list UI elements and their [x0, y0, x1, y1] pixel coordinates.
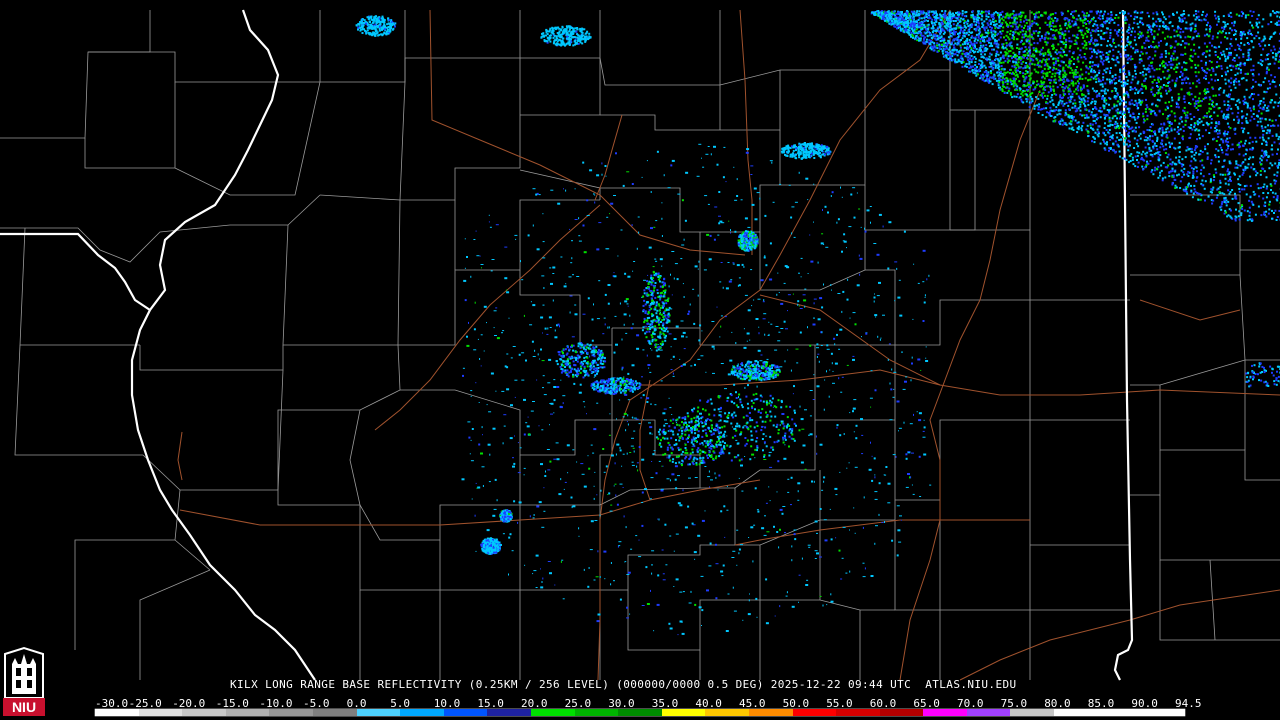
colorbar-segment [138, 709, 183, 716]
colorbar-segment [487, 709, 531, 716]
colorbar-segment [618, 709, 662, 716]
colorbar-tick-labels: -30.0 -25.0 -20.0 -15.0 -10.0 -5.0 0.0 5.0 10.0 1… [95, 697, 1202, 710]
colorbar-segment [966, 709, 1011, 716]
colorbar-segment [312, 709, 357, 716]
colorbar-segment [443, 709, 488, 716]
colorbar-segment [95, 709, 139, 716]
colorbar-segment [748, 709, 793, 716]
colorbar-segment [879, 709, 924, 716]
colorbar-segment [836, 709, 880, 716]
colorbar-segment [1010, 709, 1055, 716]
colorbar-segment [225, 709, 270, 716]
colorbar-segment [923, 709, 967, 716]
colorbar-segment [269, 709, 313, 716]
colorbar-segment [1054, 709, 1098, 716]
colorbar-segment [792, 709, 837, 716]
reflectivity-colorbar [95, 709, 1185, 716]
colorbar-segment [356, 709, 401, 716]
colorbar-segment [530, 709, 575, 716]
product-caption: KILX LONG RANGE BASE REFLECTIVITY (0.25K… [230, 678, 1017, 691]
map-background [0, 0, 1280, 720]
colorbar-segment [182, 709, 226, 716]
colorbar-segment [400, 709, 444, 716]
radar-map [0, 0, 1280, 720]
colorbar-segment [1141, 709, 1185, 716]
colorbar-segment [661, 709, 706, 716]
colorbar-segment [1097, 709, 1142, 716]
niu-logo-icon[interactable]: NIU [3, 646, 45, 716]
colorbar-segment [574, 709, 619, 716]
colorbar-segment [705, 709, 749, 716]
logo-text: NIU [12, 699, 36, 715]
